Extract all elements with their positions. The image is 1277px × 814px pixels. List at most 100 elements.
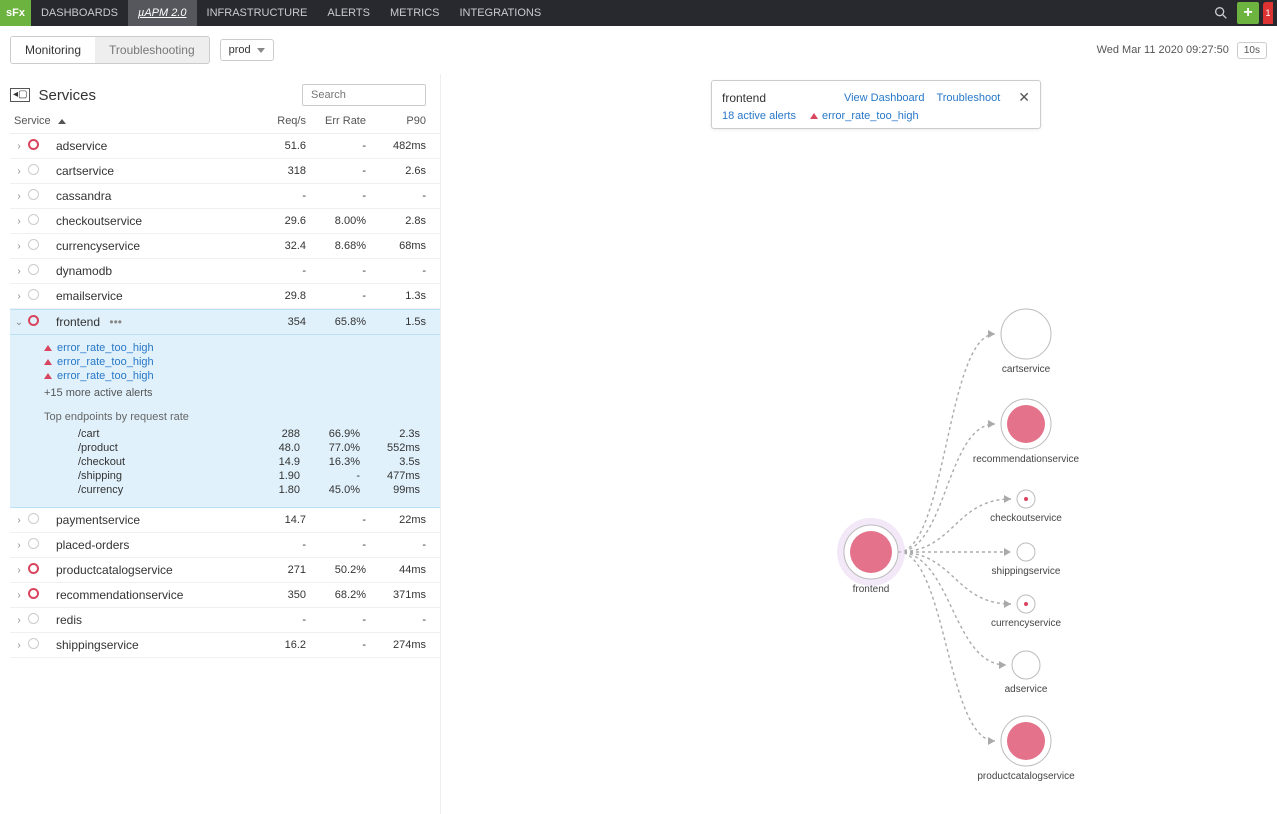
- nav-infrastructure[interactable]: INFRASTRUCTURE: [197, 0, 318, 26]
- service-row-productcatalogservice[interactable]: ›productcatalogservice27150.2%44ms: [10, 558, 440, 583]
- edge-frontend-adservice: [898, 552, 1006, 665]
- alert-link[interactable]: error_rate_too_high: [44, 369, 434, 383]
- alert-link[interactable]: error_rate_too_high: [44, 355, 434, 369]
- service-name: dynamodb: [56, 264, 259, 278]
- status-icon: [28, 189, 39, 200]
- expand-icon[interactable]: ›: [10, 515, 28, 526]
- close-icon[interactable]: ✕: [1018, 89, 1030, 106]
- endpoint-row[interactable]: /shipping1.90-477ms: [44, 469, 434, 483]
- service-row-shippingservice[interactable]: ›shippingservice16.2-274ms: [10, 633, 440, 658]
- dependency-graph[interactable]: frontendcartservicerecommendationservice…: [771, 224, 1261, 784]
- endpoint-row[interactable]: /checkout14.916.3%3.5s: [44, 455, 434, 469]
- time-window[interactable]: 10s: [1237, 42, 1267, 59]
- endpoint-path: /currency: [78, 484, 253, 496]
- nav-metrics[interactable]: METRICS: [380, 0, 450, 26]
- endpoint-row[interactable]: /currency1.8045.0%99ms: [44, 483, 434, 497]
- expand-icon[interactable]: ›: [10, 241, 28, 252]
- service-name: paymentservice: [56, 513, 259, 527]
- expand-icon[interactable]: ›: [10, 141, 28, 152]
- status-icon: [28, 513, 39, 524]
- cell-reqs: -: [259, 190, 314, 202]
- expand-icon[interactable]: ⌄: [10, 317, 28, 328]
- cell-err: -: [314, 140, 374, 152]
- service-detail-frontend: error_rate_too_higherror_rate_too_higher…: [10, 335, 440, 508]
- cell-p90: -: [374, 539, 434, 551]
- more-icon[interactable]: •••: [106, 315, 122, 329]
- service-name: recommendationservice: [56, 588, 259, 602]
- status-icon: [28, 638, 39, 649]
- expand-icon[interactable]: ›: [10, 590, 28, 601]
- service-row-recommendationservice[interactable]: ›recommendationservice35068.2%371ms: [10, 583, 440, 608]
- service-row-placed-orders[interactable]: ›placed-orders---: [10, 533, 440, 558]
- view-dashboard-link[interactable]: View Dashboard: [844, 92, 925, 104]
- cell-err: 8.00%: [314, 215, 374, 227]
- service-row-cassandra[interactable]: ›cassandra---: [10, 184, 440, 209]
- nav--apm-2-0[interactable]: µAPM 2.0: [128, 0, 197, 26]
- endpoint-path: /product: [78, 442, 253, 454]
- nav-dashboards[interactable]: DASHBOARDS: [31, 0, 128, 26]
- expand-icon[interactable]: ›: [10, 565, 28, 576]
- service-row-frontend[interactable]: ⌄frontend •••35465.8%1.5s: [10, 309, 440, 335]
- node-label-checkoutservice: checkoutservice: [990, 513, 1062, 524]
- service-row-checkoutservice[interactable]: ›checkoutservice29.68.00%2.8s: [10, 209, 440, 234]
- col-service[interactable]: Service: [10, 115, 259, 127]
- back-icon[interactable]: ◂▢: [10, 88, 30, 102]
- cell-reqs: 16.2: [259, 639, 314, 651]
- col-p90[interactable]: P90: [374, 115, 434, 127]
- service-map[interactable]: frontend View Dashboard Troubleshoot ✕ 1…: [440, 74, 1277, 814]
- environment-label: prod: [229, 44, 251, 56]
- col-reqs[interactable]: Req/s: [259, 115, 314, 127]
- alert-badge[interactable]: 1: [1263, 2, 1273, 24]
- cell-reqs: 1.80: [253, 484, 308, 496]
- cell-err: 77.0%: [308, 442, 368, 454]
- service-name: cartservice: [56, 164, 259, 178]
- node-cartservice[interactable]: [1001, 309, 1051, 359]
- status-icon: [28, 214, 39, 225]
- service-row-emailservice[interactable]: ›emailservice29.8-1.3s: [10, 284, 440, 309]
- service-name: productcatalogservice: [56, 563, 259, 577]
- service-row-paymentservice[interactable]: ›paymentservice14.7-22ms: [10, 508, 440, 533]
- expand-icon[interactable]: ›: [10, 266, 28, 277]
- alert-link[interactable]: error_rate_too_high: [44, 341, 434, 355]
- service-row-redis[interactable]: ›redis---: [10, 608, 440, 633]
- brand-logo[interactable]: sFx: [0, 0, 31, 26]
- service-row-cartservice[interactable]: ›cartservice318-2.6s: [10, 159, 440, 184]
- nav-alerts[interactable]: ALERTS: [317, 0, 380, 26]
- add-button[interactable]: +: [1237, 2, 1259, 24]
- service-row-dynamodb[interactable]: ›dynamodb---: [10, 259, 440, 284]
- search-icon[interactable]: [1209, 1, 1233, 25]
- cell-err: 16.3%: [308, 456, 368, 468]
- cell-p90: 1.3s: [374, 290, 434, 302]
- expand-icon[interactable]: ›: [10, 615, 28, 626]
- service-name: checkoutservice: [56, 214, 259, 228]
- tab-troubleshooting[interactable]: Troubleshooting: [95, 37, 209, 63]
- more-alerts-link[interactable]: +15 more active alerts: [44, 383, 434, 407]
- expand-icon[interactable]: ›: [10, 540, 28, 551]
- cell-reqs: 14.9: [253, 456, 308, 468]
- environment-select[interactable]: prod: [220, 39, 274, 61]
- active-alerts-link[interactable]: 18 active alerts: [722, 110, 796, 122]
- service-row-currencyservice[interactable]: ›currencyservice32.48.68%68ms: [10, 234, 440, 259]
- services-search-input[interactable]: [302, 84, 426, 106]
- cell-err: -: [314, 165, 374, 177]
- endpoint-row[interactable]: /cart28866.9%2.3s: [44, 427, 434, 441]
- node-adservice[interactable]: [1012, 651, 1040, 679]
- expand-icon[interactable]: ›: [10, 191, 28, 202]
- col-err[interactable]: Err Rate: [314, 115, 374, 127]
- tab-monitoring[interactable]: Monitoring: [11, 37, 95, 63]
- expand-icon[interactable]: ›: [10, 216, 28, 227]
- node-shippingservice[interactable]: [1017, 543, 1035, 561]
- troubleshoot-link[interactable]: Troubleshoot: [936, 92, 1000, 104]
- service-row-adservice[interactable]: ›adservice51.6-482ms: [10, 134, 440, 159]
- cell-reqs: 29.8: [259, 290, 314, 302]
- service-name: cassandra: [56, 189, 259, 203]
- view-tabs: Monitoring Troubleshooting: [10, 36, 210, 64]
- endpoint-row[interactable]: /product48.077.0%552ms: [44, 441, 434, 455]
- nav-integrations[interactable]: INTEGRATIONS: [449, 0, 551, 26]
- expand-icon[interactable]: ›: [10, 291, 28, 302]
- cell-p90: 68ms: [374, 240, 434, 252]
- expand-icon[interactable]: ›: [10, 640, 28, 651]
- popup-alert-item[interactable]: error_rate_too_high: [810, 110, 919, 122]
- expand-icon[interactable]: ›: [10, 166, 28, 177]
- sort-asc-icon: [58, 119, 66, 124]
